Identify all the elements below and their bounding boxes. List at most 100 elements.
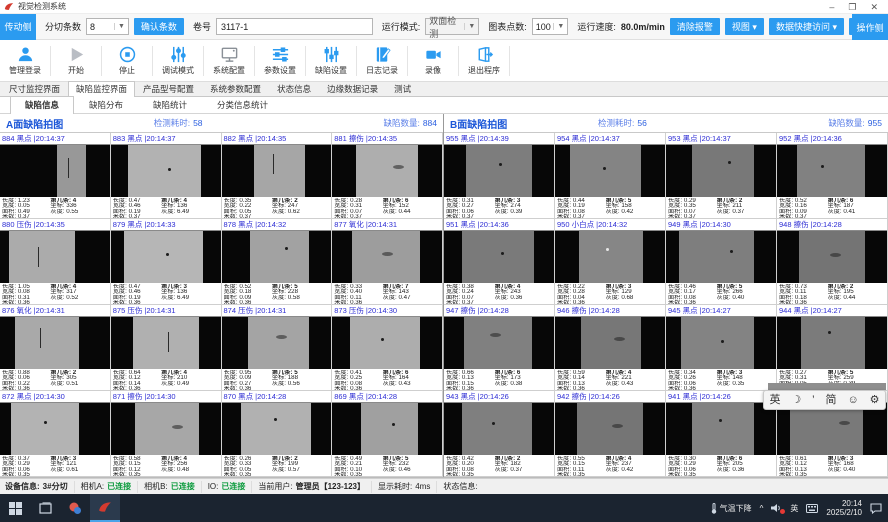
volume-icon[interactable] [771,503,782,513]
defect-thumbnail-image[interactable] [0,317,110,369]
tab-test[interactable]: 测试 [386,81,419,96]
subtab-defect-info[interactable]: 缺陷信息 [10,96,74,114]
defect-cell[interactable]: 943 黑点 |20:14:26 长度: 0.42 宽度: 0.20 面积: 0… [444,391,555,477]
defect-cell[interactable]: 950 小白点 |20:14:32 长度: 0.22 宽度: 0.28 面积: … [555,219,666,305]
defect-thumbnail-image[interactable] [222,317,332,369]
defect-thumbnail-image[interactable] [332,231,442,283]
defect-thumbnail-image[interactable] [666,145,776,197]
defect-cell[interactable]: 874 压伤 |20:14:31 长度: 0.95 宽度: 0.09 面积: 0… [222,305,333,391]
subtab-class-info-statistics[interactable]: 分类信息统计 [202,96,283,113]
hidden-icons-chevron[interactable]: ^ [760,504,764,513]
defect-cell[interactable]: 873 压伤 |20:14:30 长度: 0.41 宽度: 0.25 面积: 0… [332,305,443,391]
close-button[interactable]: ✕ [870,2,878,12]
ime-bar-handle[interactable] [768,383,886,390]
ime-settings-gear-icon[interactable]: ⚙ [870,391,880,409]
defect-thumbnail-image[interactable] [555,231,665,283]
subtab-defect-statistics[interactable]: 缺陷统计 [138,96,202,113]
defect-thumbnail-image[interactable] [555,403,665,455]
defect-cell[interactable]: 945 黑点 |20:14:27 长度: 0.34 宽度: 0.26 面积: 0… [666,305,777,391]
defect-thumbnail-image[interactable] [666,231,776,283]
defect-thumbnail-image[interactable] [0,403,110,455]
defect-thumbnail-image[interactable] [666,403,776,455]
tab-defect-monitor[interactable]: 缺陷监控界面 [68,81,135,97]
tab-size-monitor[interactable]: 尺寸监控界面 [1,81,68,96]
tab-status-info[interactable]: 状态信息 [269,81,319,96]
tab-edge-data-record[interactable]: 边缘数据记录 [319,81,386,96]
clock-widget[interactable]: 20:14 2025/2/10 [826,499,862,517]
defect-thumbnail-image[interactable] [777,231,887,283]
ime-punct-toggle[interactable]: ’ [812,391,814,409]
defect-thumbnail-image[interactable] [777,403,887,455]
defect-cell[interactable]: 881 擦伤 |20:14:35 长度: 0.28 宽度: 0.31 面积: 0… [332,133,443,219]
system-config-button[interactable]: 系统配置 [204,41,254,81]
stop-button[interactable]: 停止 [102,41,152,81]
defect-cell[interactable]: 877 氧化 |20:14:31 长度: 0.33 宽度: 0.40 面积: 0… [332,219,443,305]
defect-thumbnail-image[interactable] [555,317,665,369]
defect-thumbnail-image[interactable] [332,317,442,369]
confirm-count-button[interactable]: 确认条数 [134,18,184,35]
maximize-button[interactable]: ❐ [848,2,856,12]
defect-cell[interactable]: 883 黑点 |20:14:37 长度: 0.47 宽度: 0.46 面积: 0… [111,133,222,219]
defect-cell[interactable]: 942 擦伤 |20:14:26 长度: 0.55 宽度: 0.15 面积: 0… [555,391,666,477]
defect-thumbnail-image[interactable] [332,403,442,455]
keyboard-icon[interactable] [806,504,818,513]
defect-cell[interactable]: 946 擦伤 |20:14:28 长度: 0.59 宽度: 0.14 面积: 0… [555,305,666,391]
video-record-button[interactable]: 录像 [408,41,458,81]
defect-cell[interactable]: 878 黑点 |20:14:32 长度: 0.52 宽度: 0.18 面积: 0… [222,219,333,305]
exit-program-button[interactable]: 退出程序 [459,41,509,81]
action-center-button[interactable] [870,503,882,514]
defect-cell[interactable]: 882 黑点 |20:14:35 长度: 0.35 宽度: 0.22 面积: 0… [222,133,333,219]
defect-thumbnail-image[interactable] [111,403,221,455]
clear-alarm-button[interactable]: 清除报警 [670,18,720,35]
defect-thumbnail-image[interactable] [444,145,554,197]
defect-cell[interactable]: 941 黑点 |20:14:26 长度: 0.30 宽度: 0.29 面积: 0… [666,391,777,477]
defect-settings-button[interactable]: 缺陷设置 [306,41,356,81]
defect-thumbnail-image[interactable] [222,145,332,197]
defect-thumbnail-image[interactable] [222,231,332,283]
weather-widget[interactable]: 气温下降 [710,503,752,514]
tab-system-param-config[interactable]: 系统参数配置 [202,81,269,96]
log-record-button[interactable]: 日志记录 [357,41,407,81]
defect-cell[interactable]: 880 压伤 |20:14:35 长度: 1.05 宽度: 0.08 面积: 0… [0,219,111,305]
defect-cell[interactable]: 869 黑点 |20:14:28 长度: 0.49 宽度: 0.21 面积: 0… [332,391,443,477]
taskbar-app-1[interactable] [60,494,90,522]
defect-thumbnail-image[interactable] [777,145,887,197]
defect-cell[interactable]: 871 擦伤 |20:14:30 长度: 0.58 宽度: 0.15 面积: 0… [111,391,222,477]
defect-cell[interactable]: 951 黑点 |20:14:36 长度: 0.38 宽度: 0.24 面积: 0… [444,219,555,305]
ime-emoji-button[interactable]: ☺ [847,391,858,409]
roll-number-input[interactable]: 3117-1 [216,18,373,35]
run-mode-select[interactable]: 双面检测▼ [425,18,479,35]
defect-cell[interactable]: 875 压伤 |20:14:31 长度: 0.64 宽度: 0.12 面积: 0… [111,305,222,391]
start-button[interactable]: 开始 [51,41,101,81]
taskbar-app-active[interactable] [90,494,120,522]
parameter-settings-button[interactable]: 参数设置 [255,41,305,81]
defect-thumbnail-image[interactable] [555,145,665,197]
defect-thumbnail-image[interactable] [444,231,554,283]
operator-side-button[interactable]: 操作侧 [852,14,888,40]
data-quick-access-menu-button[interactable]: 数据快捷访问 ▾ [769,18,844,35]
defect-cell[interactable]: 884 黑点 |20:14:37 长度: 1.23 宽度: 0.05 面积: 0… [0,133,111,219]
defect-cell[interactable]: 879 黑点 |20:14:33 长度: 0.47 宽度: 0.46 面积: 0… [111,219,222,305]
defect-thumbnail-image[interactable] [0,145,110,197]
task-view-button[interactable] [30,494,60,522]
defect-thumbnail-image[interactable] [444,403,554,455]
defect-thumbnail-image[interactable] [777,317,887,369]
defect-cell[interactable]: 955 黑点 |20:14:39 长度: 0.31 宽度: 0.27 面积: 0… [444,133,555,219]
defect-cell[interactable]: 954 黑点 |20:14:37 长度: 0.44 宽度: 0.19 面积: 0… [555,133,666,219]
ime-moon-icon[interactable]: ☽ [791,391,801,409]
start-menu-button[interactable] [0,494,30,522]
drive-side-button[interactable]: 传动侧 [0,14,36,40]
defect-cell[interactable]: 870 黑点 |20:14:28 长度: 0.26 宽度: 0.33 面积: 0… [222,391,333,477]
minimize-button[interactable]: – [829,2,834,12]
defect-cell[interactable]: 876 氧化 |20:14:31 长度: 0.88 宽度: 0.06 面积: 0… [0,305,111,391]
defect-thumbnail-image[interactable] [222,403,332,455]
debug-mode-button[interactable]: 调试模式 [153,41,203,81]
defect-thumbnail-image[interactable] [0,231,110,283]
ime-language-indicator[interactable]: 英 [790,503,798,514]
defect-cell[interactable]: 947 擦伤 |20:14:28 长度: 0.66 宽度: 0.13 面积: 0… [444,305,555,391]
admin-login-button[interactable]: 管理登录 [0,41,50,81]
defect-cell[interactable]: 872 黑点 |20:14:30 长度: 0.37 宽度: 0.29 面积: 0… [0,391,111,477]
defect-thumbnail-image[interactable] [111,231,221,283]
defect-cell[interactable]: 953 黑点 |20:14:37 长度: 0.29 宽度: 0.35 面积: 0… [666,133,777,219]
view-menu-button[interactable]: 视图 ▾ [725,18,764,35]
